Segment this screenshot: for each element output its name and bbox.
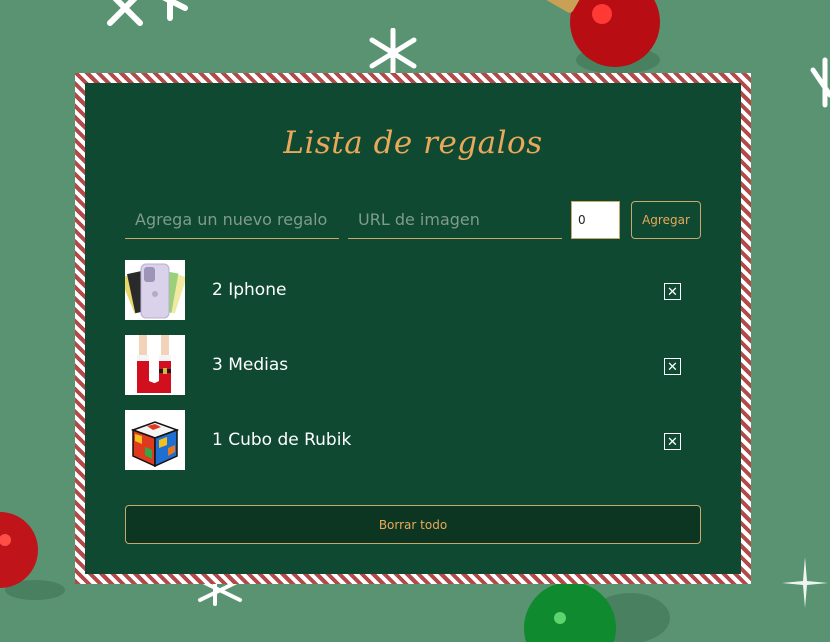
image-url-input[interactable] xyxy=(348,201,562,239)
list-item: 1 Cubo de Rubik ✕ xyxy=(125,410,692,470)
delete-button[interactable]: ✕ xyxy=(664,283,681,300)
gift-label: 3 Medias xyxy=(212,355,289,375)
list-item: 3 Medias ✕ xyxy=(125,335,692,395)
ornament-icon xyxy=(542,0,660,74)
snowflake-icon xyxy=(810,57,830,108)
gift-label: 2 Iphone xyxy=(212,280,287,300)
page-title: Lista de regalos xyxy=(283,125,543,161)
list-item: 2 Iphone ✕ xyxy=(125,260,692,320)
rubik-cube-image xyxy=(125,410,185,470)
add-button[interactable]: Agregar xyxy=(631,201,701,239)
gift-list-card: Lista de regalos Agregar 2 Iphone ✕ xyxy=(85,83,741,574)
gift-list-frame: Lista de regalos Agregar 2 Iphone ✕ xyxy=(75,73,751,584)
delete-button[interactable]: ✕ xyxy=(664,358,681,375)
snowflake-icon xyxy=(107,0,188,26)
snowflake-icon xyxy=(369,28,417,78)
phone-image xyxy=(125,260,185,320)
delete-button[interactable]: ✕ xyxy=(664,433,681,450)
gift-label: 1 Cubo de Rubik xyxy=(212,430,352,450)
gift-name-input[interactable] xyxy=(125,201,339,239)
ornament-icon xyxy=(524,582,670,642)
clear-all-button[interactable]: Borrar todo xyxy=(125,505,701,544)
sparkle-icon xyxy=(782,557,828,608)
socks-image xyxy=(125,335,185,395)
ornament-icon xyxy=(0,512,65,600)
quantity-input[interactable] xyxy=(571,201,620,239)
